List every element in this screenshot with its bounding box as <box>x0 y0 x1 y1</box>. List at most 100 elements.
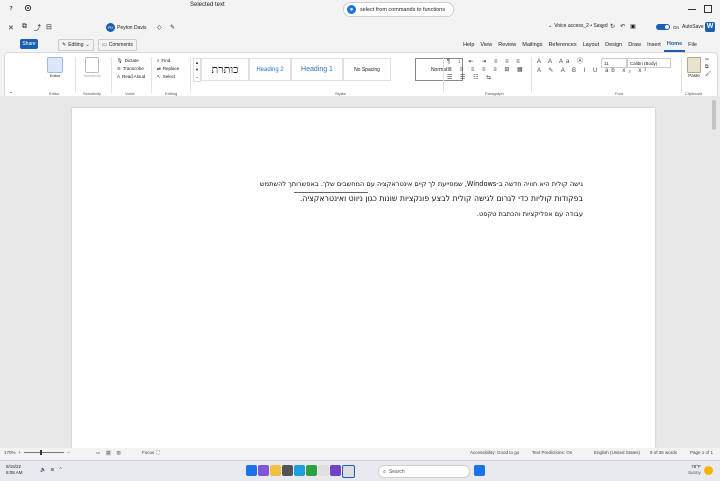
ribbon-tabs: Share ✎ Editing ⌄ ▭ Comments File Home Insert… <box>0 38 720 52</box>
microphone-icon: 🎙 <box>117 58 123 63</box>
zoom-thumb[interactable] <box>40 450 43 455</box>
editing-mode-button[interactable]: ✎ Editing ⌄ <box>58 39 94 51</box>
document-page[interactable]: גישה קולית היא חוויה חדשה ב-Windows, שמס… <box>72 108 655 448</box>
font-tools[interactable]: A A Aa Ⓐ A ✎ A B I U ab x₂ x² <box>537 58 649 76</box>
app-icon-2[interactable] <box>330 465 341 476</box>
replace-icon: ⇄ <box>157 66 161 71</box>
tab-draw[interactable]: Draw <box>625 39 644 51</box>
autosave-toggle[interactable] <box>656 24 670 30</box>
taskbar-search[interactable]: ⌕ Search <box>378 465 470 478</box>
word-count[interactable]: 8 of 35 words <box>650 450 677 455</box>
edge-icon[interactable] <box>294 465 305 476</box>
tab-file[interactable]: File <box>685 39 700 51</box>
tab-design[interactable]: Design <box>602 39 625 51</box>
user-name: Peyton Davis <box>117 24 147 31</box>
document-title: Selected text <box>190 2 225 8</box>
app-icon-teams[interactable] <box>258 465 269 476</box>
transcribe-icon: ≋ <box>117 66 121 71</box>
tab-home[interactable]: Home <box>663 38 686 52</box>
windows-start-icon[interactable] <box>474 465 485 476</box>
tab-view[interactable]: View <box>477 39 495 51</box>
more-icon[interactable]: ⌄ <box>600 23 605 30</box>
speaker-icon: 🔈 <box>40 467 47 473</box>
replace-button[interactable]: ⇄ Replace <box>157 65 179 73</box>
style-heading1[interactable]: Heading 1 <box>291 58 343 81</box>
voice-access-status: select from commands to functions <box>360 6 445 13</box>
find-button[interactable]: ⌕ Find <box>157 57 179 65</box>
layout-icon[interactable]: ⊟ <box>46 23 52 31</box>
tab-insert[interactable]: Insert <box>644 39 664 51</box>
focus-button[interactable]: Focus ⛶ <box>142 450 159 455</box>
web-layout-icon[interactable]: ▭ <box>96 450 100 456</box>
style-title[interactable]: כותרת <box>201 58 249 81</box>
store-icon[interactable] <box>282 465 293 476</box>
autosave-control[interactable]: On AutoSave <box>656 24 704 30</box>
zoom-level[interactable]: 170% <box>4 450 16 455</box>
select-button[interactable]: ↖ Select <box>157 73 179 81</box>
sensitivity-icon <box>85 57 99 73</box>
search-icon: ⌕ <box>383 468 386 475</box>
system-tray[interactable]: 🔈 ≋ ⌃ <box>40 467 63 473</box>
copy-icon[interactable]: ⧉ <box>22 23 27 31</box>
tab-review[interactable]: Review <box>495 39 519 51</box>
save-icon[interactable]: ▣ <box>630 23 636 30</box>
restore-icon[interactable]: ⤴ <box>34 23 41 33</box>
tab-mailings[interactable]: Mailings <box>519 39 545 51</box>
accessibility-status[interactable]: Accessibility: Good to go <box>470 450 519 455</box>
sensitivity-button[interactable]: Sensitivity <box>83 57 101 78</box>
collapse-ribbon-icon[interactable]: ⌄ <box>9 89 13 95</box>
page-number[interactable]: Page 1 of 1 <box>690 450 713 455</box>
comments-button[interactable]: ▭ Comments <box>98 39 137 51</box>
user-profile[interactable]: PD Peyton Davis <box>106 23 146 32</box>
document-line-1[interactable]: גישה קולית היא חוויה חדשה ב-Windows, שמס… <box>260 180 583 188</box>
pen-icon[interactable]: ✎ <box>170 24 175 31</box>
minimize-icon[interactable] <box>688 9 696 10</box>
taskbar: 9/15/22 8:08 AM 🔈 ≋ ⌃ ⌕ Search 78°F Sunny <box>0 460 720 481</box>
document-line-3[interactable]: עבודה עם אפליקציות והכתבת טקסט. <box>477 210 583 218</box>
tab-help[interactable]: Help <box>460 39 477 51</box>
autosave-label: AutoSave <box>682 24 704 30</box>
clipboard-icon <box>687 57 701 73</box>
avatar: PD <box>106 23 115 32</box>
voice-access-bar[interactable]: ● select from commands to functions <box>343 2 454 17</box>
print-layout-icon[interactable]: ▤ <box>106 450 111 456</box>
zoom-slider[interactable] <box>24 450 65 455</box>
microphone-icon[interactable]: ● <box>347 5 356 14</box>
clipboard-tools[interactable]: ✂ ⧉ 🖌 <box>705 57 711 78</box>
read-aloud-button[interactable]: A Read Aloud <box>117 73 145 81</box>
tab-layout[interactable]: Layout <box>580 39 603 51</box>
undo-icon[interactable]: ↶ <box>620 23 625 30</box>
transcribe-button[interactable]: ≋ Transcribe <box>117 65 145 73</box>
ribbon: Editor Editor Sensitivity Sensitivity 🎙 D… <box>4 52 718 98</box>
editor-button[interactable]: Editor <box>47 57 63 78</box>
tab-list: File Home Insert Draw Design Layout References… <box>460 38 700 52</box>
help-icon[interactable]: ? <box>8 5 15 12</box>
filename[interactable]: ⌄ Voice access_2 • Saved <box>548 23 608 29</box>
file-explorer-icon[interactable] <box>270 465 281 476</box>
style-heading2[interactable]: Heading 2 <box>249 58 291 81</box>
word-taskbar-icon[interactable] <box>342 465 355 478</box>
diamond-icon[interactable]: ◇ <box>157 24 162 31</box>
maximize-icon[interactable] <box>704 5 712 13</box>
language-status[interactable]: English (United States) <box>594 450 640 455</box>
tab-references[interactable]: References <box>545 39 579 51</box>
start-icon[interactable] <box>246 465 257 476</box>
close-icon[interactable]: ✕ <box>8 24 14 32</box>
text-predictions-status[interactable]: Text Predictions: On <box>532 450 572 455</box>
settings-gear-icon[interactable] <box>24 4 32 12</box>
weather-widget[interactable]: 78°F Sunny <box>688 464 701 476</box>
share-button[interactable]: Share <box>20 39 38 49</box>
chrome-icon[interactable] <box>306 465 317 476</box>
style-no-spacing[interactable]: No Spacing <box>343 58 391 81</box>
vertical-scrollbar[interactable] <box>712 100 716 130</box>
clock[interactable]: 9/15/22 8:08 AM <box>6 464 23 476</box>
paste-button[interactable]: Paste <box>687 57 701 78</box>
dictate-button[interactable]: 🎙 Dictate <box>117 57 145 65</box>
zoom-control[interactable]: 170% + − <box>4 450 70 455</box>
document-line-2[interactable]: בפקודות קוליות כדי לגרום לגישה קולית לבצ… <box>300 194 583 203</box>
styles-scroll[interactable]: ▲ ▼ ⌄ <box>193 58 201 82</box>
read-mode-icon[interactable]: ▥ <box>117 450 121 456</box>
paragraph-tools[interactable]: ¶ ↕ ⇤ ⇥ ≡ ≡ ≡ ≣ ≡ ≡ ≡ ≡ ⊞ ▦ ☰ ☰ ☷ ⇆ <box>447 58 526 82</box>
redo-icon[interactable]: ↻ <box>610 23 615 30</box>
app-icon[interactable] <box>318 465 329 476</box>
